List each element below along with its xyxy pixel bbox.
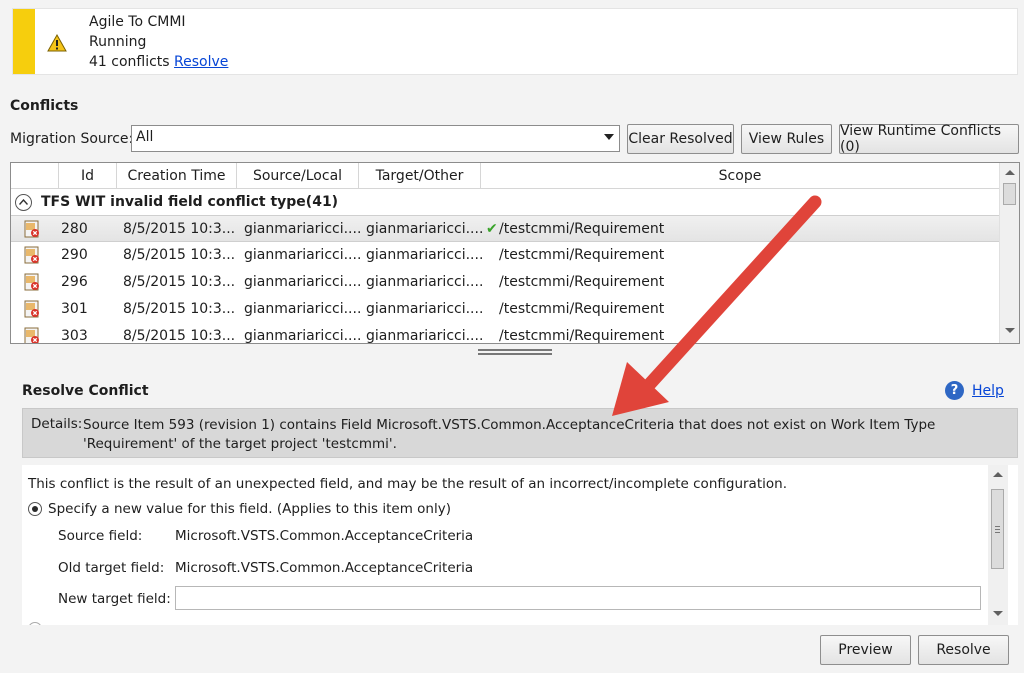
collapse-group-icon[interactable] (15, 194, 32, 211)
cell-scope: /testcmmi/Requirement (499, 328, 665, 344)
scroll-up-arrow-icon[interactable] (1005, 170, 1015, 175)
new-target-field-input[interactable] (175, 586, 981, 610)
clear-resolved-button[interactable]: Clear Resolved (627, 124, 734, 154)
table-row[interactable]: 290 8/5/2015 10:3... gianmariaricci.... gia… (11, 242, 999, 269)
old-target-field-label: Old target field: (58, 560, 165, 576)
conflicts-grid: Id Creation Time Source/Local Target/Oth… (10, 162, 1020, 344)
grid-vertical-scrollbar[interactable] (999, 163, 1019, 343)
preview-button[interactable]: Preview (820, 635, 911, 665)
details-label: Details: (31, 416, 83, 432)
header-source-local[interactable]: Source/Local (237, 163, 359, 189)
migration-source-label: Migration Source: (10, 131, 134, 147)
cell-source: gianmariaricci.... (244, 247, 362, 263)
conflict-item-icon (24, 220, 39, 238)
new-target-field-label: New target field: (58, 591, 171, 607)
group-header-row[interactable]: TFS WIT invalid field conflict type(41) (11, 190, 999, 215)
migration-source-value: All (136, 129, 154, 145)
warning-icon (47, 34, 67, 52)
cell-time: 8/5/2015 10:3... (123, 301, 236, 317)
conflict-item-icon (24, 300, 39, 318)
cell-target: gianmariaricci.... (366, 301, 484, 317)
resolve-link[interactable]: Resolve (174, 54, 228, 70)
specify-new-value-label[interactable]: Specify a new value for this field. (App… (48, 501, 451, 517)
conflict-item-icon (24, 246, 39, 264)
scroll-down-arrow-icon[interactable] (1005, 328, 1015, 333)
details-text: Source Item 593 (revision 1) contains Fi… (83, 417, 936, 452)
resolve-button[interactable]: Resolve (918, 635, 1009, 665)
cell-source: gianmariaricci.... (244, 328, 362, 344)
header-creation-time[interactable]: Creation Time (117, 163, 237, 189)
cell-time: 8/5/2015 10:3... (123, 328, 236, 344)
help-icon[interactable]: ? (945, 381, 964, 400)
conflicts-heading: Conflicts (10, 98, 79, 114)
options-vertical-scrollbar[interactable] (988, 465, 1008, 625)
cell-time: 8/5/2015 10:3... (123, 274, 236, 290)
old-target-field-value: Microsoft.VSTS.Common.AcceptanceCriteria (175, 560, 474, 576)
table-row[interactable]: 280 8/5/2015 10:3... gianmariaricci.... gia… (11, 215, 999, 242)
options-scrollbar-thumb[interactable] (991, 489, 1004, 569)
conflicts-count: 41 conflicts (89, 54, 170, 70)
conflicts-summary: 41 conflicts Resolve (89, 54, 228, 70)
pane-splitter-grip[interactable] (478, 349, 552, 357)
cell-time: 8/5/2015 10:3... (123, 247, 236, 263)
second-option-radio[interactable] (28, 622, 42, 625)
cell-id: 296 (61, 274, 88, 290)
cell-id: 290 (61, 247, 88, 263)
header-icon-column (11, 163, 59, 189)
options-scroll-up-icon[interactable] (993, 472, 1003, 477)
header-id[interactable]: Id (59, 163, 117, 189)
table-row[interactable]: 296 8/5/2015 10:3... gianmariaricci.... gia… (11, 269, 999, 296)
view-runtime-conflicts-button[interactable]: View Runtime Conflicts (0) (839, 123, 1019, 155)
table-row[interactable]: 301 8/5/2015 10:3... gianmariaricci.... gia… (11, 296, 999, 323)
details-box: Details: Source Item 593 (revision 1) co… (22, 408, 1018, 458)
conflict-description: This conflict is the result of an unexpe… (28, 476, 787, 492)
scrollbar-thumb[interactable] (1003, 183, 1016, 205)
cell-source: gianmariaricci.... (244, 274, 362, 290)
conflict-item-icon (24, 327, 39, 343)
cell-scope: /testcmmi/Requirement (499, 221, 665, 237)
table-row[interactable]: 303 8/5/2015 10:3... gianmariaricci.... gia… (11, 323, 999, 344)
resolve-conflict-heading: Resolve Conflict (22, 383, 149, 399)
header-scope[interactable]: Scope (481, 163, 999, 189)
source-field-label: Source field: (58, 528, 143, 544)
cell-id: 303 (61, 328, 88, 344)
cell-target: gianmariaricci.... (366, 221, 484, 237)
dropdown-arrow-icon (604, 134, 614, 140)
grid-header: Id Creation Time Source/Local Target/Oth… (11, 163, 999, 189)
specify-new-value-radio[interactable] (28, 502, 42, 516)
cell-scope: /testcmmi/Requirement (499, 301, 665, 317)
cell-target: gianmariaricci.... (366, 247, 484, 263)
conflict-item-icon (24, 273, 39, 291)
cell-time: 8/5/2015 10:3... (123, 221, 236, 237)
status-banner: Agile To CMMI Running 41 conflicts Resol… (12, 8, 1018, 75)
help-link[interactable]: Help (972, 383, 1004, 399)
cell-target: gianmariaricci.... (366, 274, 484, 290)
source-field-value: Microsoft.VSTS.Common.AcceptanceCriteria (175, 528, 474, 544)
session-status: Running (89, 34, 147, 50)
cell-scope: /testcmmi/Requirement (499, 274, 665, 290)
cell-id: 280 (61, 221, 88, 237)
header-target-other[interactable]: Target/Other (359, 163, 481, 189)
options-scroll-down-icon[interactable] (993, 611, 1003, 616)
banner-accent-stripe (13, 9, 35, 74)
session-name: Agile To CMMI (89, 14, 186, 30)
cell-source: gianmariaricci.... (244, 221, 362, 237)
resolved-check-icon: ✔ (486, 221, 498, 237)
cell-source: gianmariaricci.... (244, 301, 362, 317)
cell-scope: /testcmmi/Requirement (499, 247, 665, 263)
migration-source-dropdown[interactable]: All (131, 125, 620, 152)
resolution-options-panel: This conflict is the result of an unexpe… (22, 465, 1018, 625)
cell-id: 301 (61, 301, 88, 317)
group-title: TFS WIT invalid field conflict type(41) (41, 194, 339, 210)
cell-target: gianmariaricci.... (366, 328, 484, 344)
view-rules-button[interactable]: View Rules (741, 124, 832, 154)
